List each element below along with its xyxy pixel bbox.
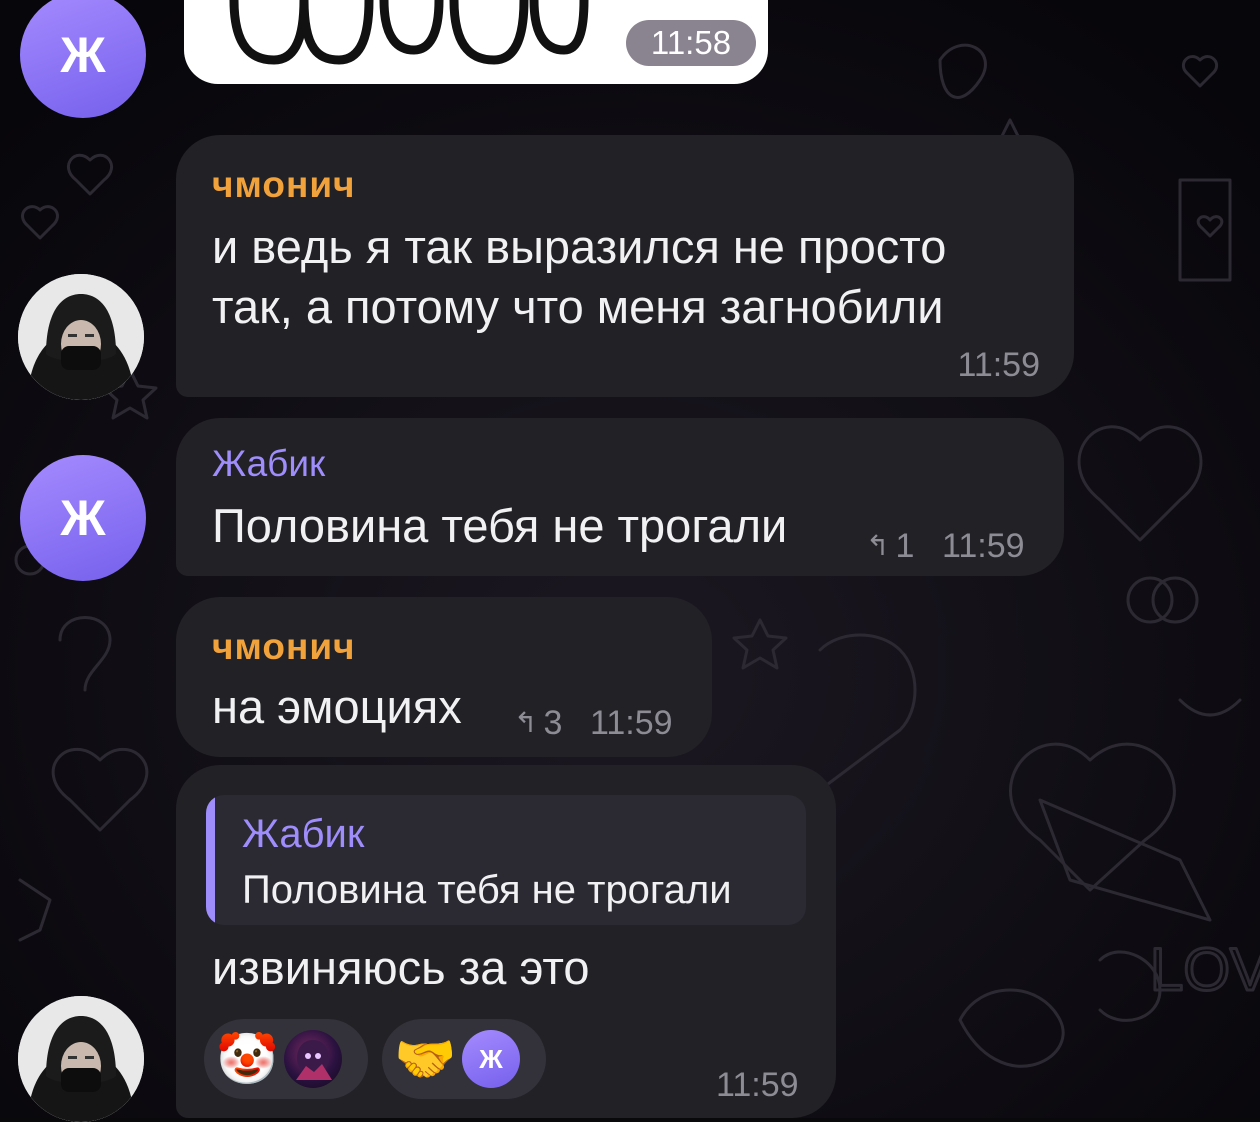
reaction-clown[interactable]: 🤡 [204,1019,368,1099]
quote-sender: Жабик [242,812,365,856]
message-text: извиняюсь за это [212,941,590,994]
reaction-handshake[interactable]: 🤝 Ж [382,1019,546,1099]
sender-name[interactable]: Жабик [212,444,325,484]
avatar-letter: Ж [479,1043,503,1074]
message-bubble[interactable]: Жабик Половина тебя не трогали извиняюсь… [176,765,836,1118]
message-time: 11:59 [716,1066,799,1104]
sender-avatar-zhabik[interactable]: Ж [20,455,146,581]
message-bubble[interactable]: чмонич и ведь я так выразился не просто … [176,135,1074,397]
sender-name[interactable]: чмонич [212,627,356,667]
message-time: 11:59 [942,527,1025,565]
reply-quote[interactable]: Жабик Половина тебя не трогали [206,795,806,925]
sender-avatar-chmonich[interactable] [18,996,144,1122]
clown-face-icon: 🤡 [216,1031,279,1087]
message-text: на эмоциях [212,680,462,733]
avatar-letter: Ж [60,27,106,83]
message-bubble[interactable]: чмонич на эмоциях ↰ 3 11:59 [176,597,712,757]
quote-text: Половина тебя не трогали [242,868,732,912]
hooded-person-photo [18,996,144,1122]
handshake-icon: 🤝 [394,1031,457,1087]
reactor-avatar [284,1030,342,1088]
replies-counter[interactable]: ↰ 3 [514,705,562,741]
reply-arrow-icon: ↰ [514,707,538,738]
message-text-line: и ведь я так выразился не просто [212,220,947,273]
reply-count: 3 [543,704,563,742]
message-bubble[interactable]: Жабик Половина тебя не трогали ↰ 1 11:59 [176,418,1064,576]
message-text: Половина тебя не трогали [212,499,788,552]
message-text-line: так, а потому что меня загнобили [212,280,944,333]
reply-arrow-icon: ↰ [866,530,890,561]
dark-art-avatar [296,1040,332,1080]
svg-text:LOVE: LOVE [1150,936,1260,1003]
message-time: 11:59 [590,704,673,742]
message-time: 11:59 [957,346,1040,384]
reply-count: 1 [895,527,915,565]
message-time: 11:58 [626,20,756,66]
sender-avatar-chmonich[interactable] [18,274,144,400]
quote-accent-bar [206,795,215,925]
sender-name[interactable]: чмонич [212,165,356,205]
replies-counter[interactable]: ↰ 1 [866,528,914,564]
reactor-avatar: Ж [462,1030,520,1088]
avatar-letter: Ж [60,490,106,546]
hooded-person-photo [18,274,144,400]
